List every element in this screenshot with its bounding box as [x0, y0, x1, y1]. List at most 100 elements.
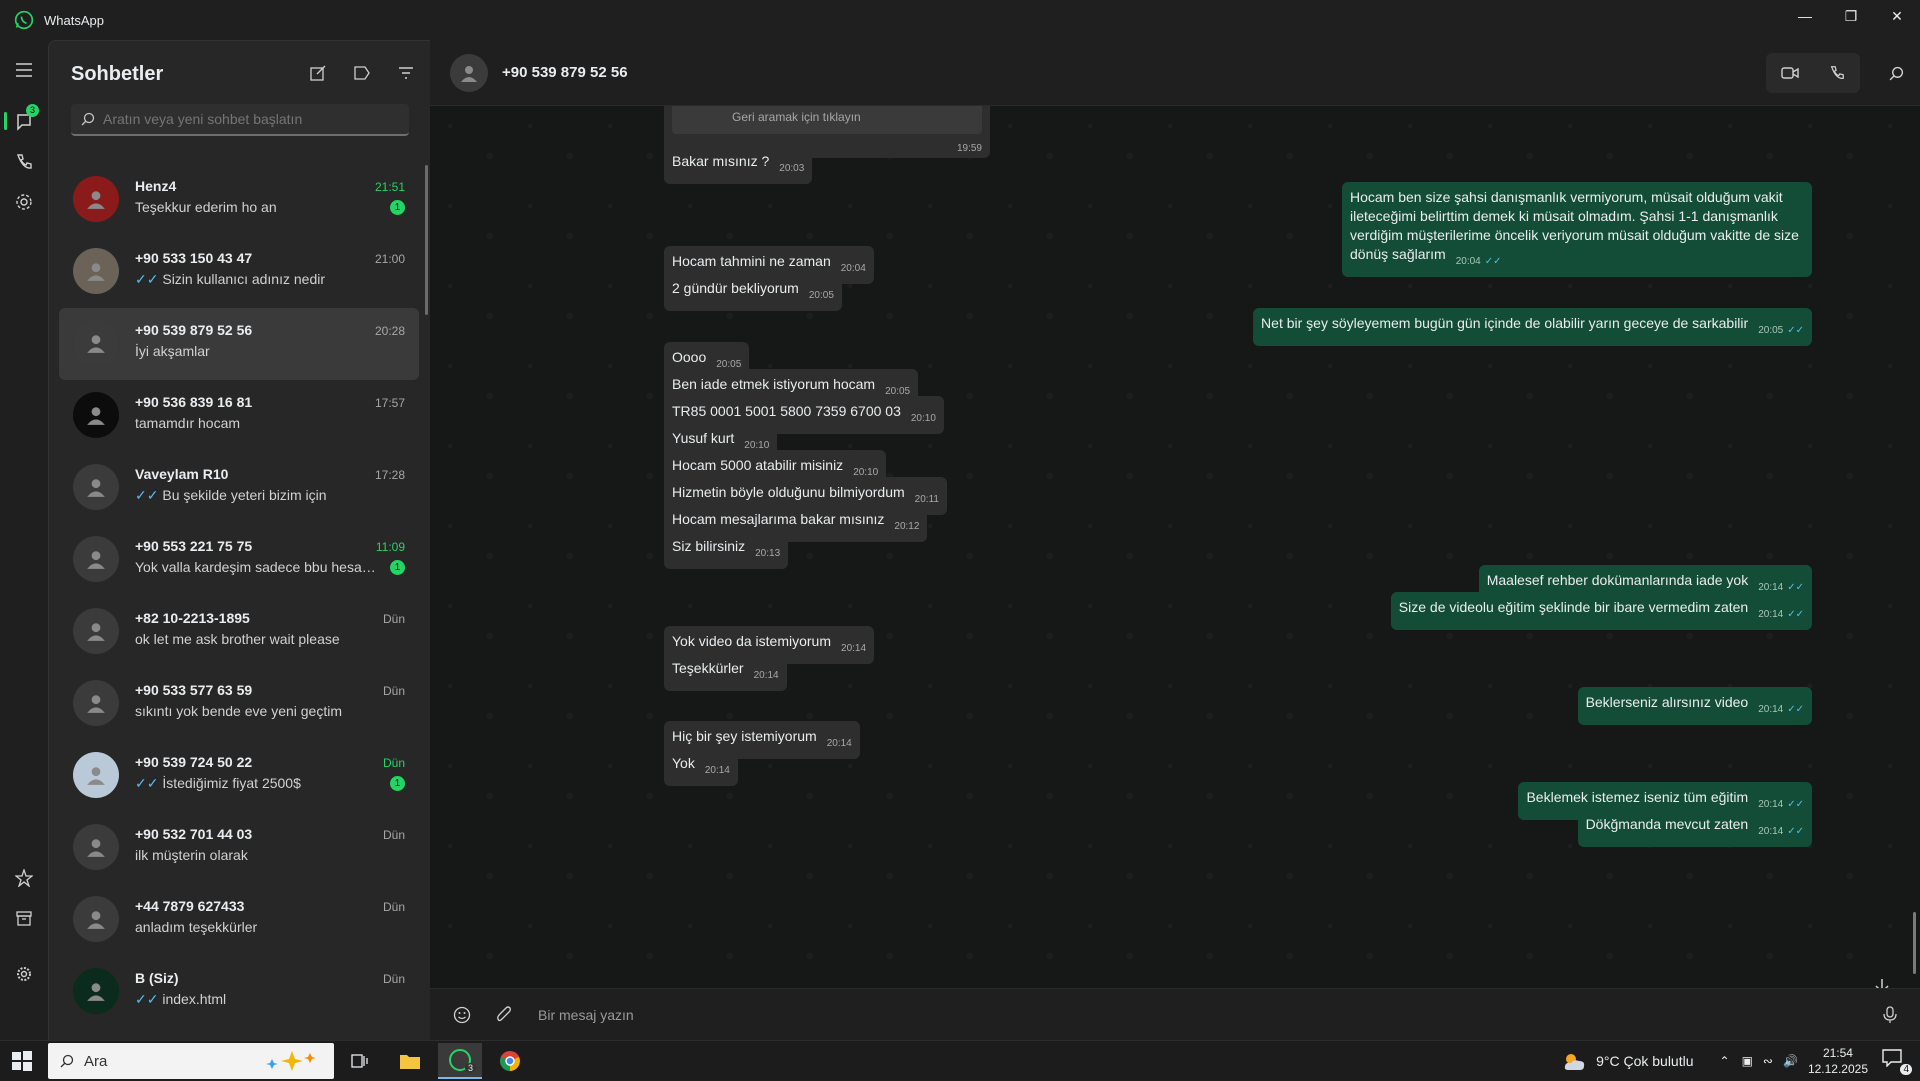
- avatar: [73, 176, 119, 222]
- chat-list-item[interactable]: +82 10-2213-1895 Dün ok let me ask brother…: [59, 596, 419, 668]
- chat-list-item[interactable]: +90 551 159 37 81Dün: [59, 1028, 419, 1040]
- volume-icon[interactable]: 🔊: [1783, 1054, 1798, 1068]
- chat-last-message: ✓✓ index.html: [135, 991, 379, 1008]
- file-explorer-icon[interactable]: [388, 1043, 432, 1079]
- sparkle-icon: [266, 1051, 316, 1071]
- microphone-icon[interactable]: [1878, 1003, 1902, 1027]
- outgoing-message[interactable]: Beklerseniz alırsınız video 20:14 ✓✓: [1577, 687, 1812, 725]
- message-time: 20:03: [779, 163, 804, 174]
- chat-list: Henz4 21:51 Teşekkur ederim ho an 1 +90 533 …: [59, 164, 419, 1040]
- search-input[interactable]: [103, 111, 403, 127]
- avatar: [73, 392, 119, 438]
- windows-start-icon[interactable]: [10, 1049, 34, 1073]
- composer: [430, 988, 1920, 1040]
- message-text: Net bir şey söyleyemem bugün gün içinde …: [1261, 315, 1749, 331]
- callback-card[interactable]: Geri aramak için tıklayın: [672, 106, 982, 134]
- chat-list-item[interactable]: +90 553 221 75 75 11:09 Yok valla kardeşim…: [59, 524, 419, 596]
- incoming-message[interactable]: Yok 20:14: [664, 748, 738, 786]
- notification-count: 4: [1900, 1064, 1912, 1075]
- message-input[interactable]: [538, 1003, 1838, 1027]
- video-call-icon[interactable]: [1766, 53, 1813, 93]
- outgoing-message[interactable]: Size de videolu eğitim şeklinde bir ibar…: [1390, 592, 1812, 630]
- avatar: [73, 968, 119, 1014]
- scrollbar[interactable]: [425, 165, 428, 315]
- incoming-message[interactable]: Siz bilirsiniz 20:13: [664, 531, 789, 569]
- incoming-message[interactable]: 2 gündür bekliyorum 20:05: [664, 273, 842, 311]
- incoming-message[interactable]: Bakar mısınız ? 20:03: [664, 146, 813, 184]
- taskbar-search[interactable]: Ara: [48, 1043, 334, 1079]
- message-text: TR85 0001 5001 5800 7359 6700 03: [672, 403, 901, 419]
- filter-icon[interactable]: [394, 61, 418, 85]
- contact-avatar[interactable]: [450, 54, 488, 92]
- message-time-text: 20:14: [841, 643, 867, 654]
- notification-icon[interactable]: 4: [1882, 1049, 1912, 1075]
- read-tick-icon: ✓✓: [1484, 256, 1502, 267]
- search-box[interactable]: [71, 104, 409, 136]
- message-text: 2 gündür bekliyorum: [672, 280, 799, 296]
- task-view-icon[interactable]: [338, 1043, 382, 1079]
- chat-last-message: ilk müşterin olarak: [135, 847, 379, 863]
- chat-list-item[interactable]: +90 532 701 44 03 Dün ilk müşterin olarak: [59, 812, 419, 884]
- chat-name: +90 533 150 43 47: [135, 250, 253, 266]
- avatar: [73, 608, 119, 654]
- message-text: Hiç bir şey istemiyorum: [672, 728, 817, 744]
- archive-icon[interactable]: [12, 906, 36, 930]
- chat-last-message-text: index.html: [162, 991, 227, 1007]
- status-icon[interactable]: [12, 190, 36, 214]
- settings-icon[interactable]: [12, 962, 36, 986]
- incoming-message[interactable]: Teşekkürler 20:14: [664, 653, 787, 691]
- calls-icon[interactable]: [12, 150, 36, 174]
- chat-list-item[interactable]: +90 539 879 52 56 20:28 İyi akşamlar: [59, 308, 419, 380]
- chat-last-message-text: İstediğimiz fiyat 2500$: [162, 775, 301, 791]
- message-text: Teşekkürler: [672, 660, 744, 676]
- scrollbar[interactable]: [1913, 912, 1916, 974]
- chat-last-message-text: tamamdır hocam: [135, 415, 241, 431]
- chat-list-item[interactable]: +90 533 150 43 47 21:00 ✓✓ Sizin kullanıcı…: [59, 236, 419, 308]
- chat-last-message: anladım teşekkürler: [135, 919, 379, 935]
- outgoing-message[interactable]: Dökğmanda mevcut zaten 20:14 ✓✓: [1577, 809, 1812, 847]
- restore-button[interactable]: ❐: [1828, 0, 1874, 32]
- message-time: 20:14 ✓✓: [1758, 704, 1804, 715]
- message-time-text: 20:14: [753, 670, 779, 681]
- clock[interactable]: 21:54 12.12.2025: [1808, 1045, 1868, 1077]
- weather-text[interactable]: 9°C Çok bulutlu: [1596, 1053, 1693, 1069]
- chat-time: Dün: [382, 972, 405, 986]
- new-chat-icon[interactable]: [306, 61, 330, 85]
- chat-list-item[interactable]: B (Siz) Dün ✓✓ index.html: [59, 956, 419, 1028]
- window-title: WhatsApp: [44, 12, 104, 28]
- attach-icon[interactable]: [492, 1003, 516, 1027]
- contact-name[interactable]: +90 539 879 52 56: [502, 64, 628, 81]
- chat-list-item[interactable]: +90 539 724 50 22 Dün ✓✓ İstediğimiz fiyat…: [59, 740, 419, 812]
- whatsapp-taskbar-icon[interactable]: 3: [438, 1043, 482, 1079]
- voice-call-icon[interactable]: [1813, 53, 1860, 93]
- chrome-icon[interactable]: [488, 1043, 532, 1079]
- menu-icon[interactable]: [12, 58, 36, 82]
- chat-list-item[interactable]: Vaveylam R10 17:28 ✓✓ Bu şekilde yeteri bi…: [59, 452, 419, 524]
- message-time-text: 20:05: [1758, 325, 1784, 336]
- weather-icon[interactable]: [1562, 1050, 1588, 1072]
- scroll-down-icon[interactable]: [1870, 974, 1894, 988]
- chats-badge: 3: [26, 104, 40, 117]
- label-icon[interactable]: [350, 61, 374, 85]
- callback-text: Geri aramak için tıklayın: [732, 110, 861, 124]
- wifi-icon[interactable]: ∾: [1763, 1054, 1773, 1068]
- chat-list-item[interactable]: Henz4 21:51 Teşekkur ederim ho an 1: [59, 164, 419, 236]
- chat-list-item[interactable]: +44 7879 627433 Dün anladım teşekkürler: [59, 884, 419, 956]
- avatar: [73, 752, 119, 798]
- outgoing-message[interactable]: Net bir şey söyleyemem bugün gün içinde …: [1253, 308, 1812, 346]
- chat-name: +90 533 577 63 59: [135, 682, 253, 698]
- close-button[interactable]: ✕: [1874, 0, 1920, 32]
- starred-icon[interactable]: [12, 866, 36, 890]
- title-bar: WhatsApp — ❐ ✕: [0, 0, 1920, 40]
- tray-chevron-icon[interactable]: ⌃: [1720, 1054, 1730, 1068]
- message-time-text: 20:14: [826, 738, 852, 749]
- clock-date: 12.12.2025: [1807, 1062, 1868, 1076]
- chat-list-item[interactable]: +90 533 577 63 59 Dün sıkıntı yok bende ev…: [59, 668, 419, 740]
- chat-name: +90 539 879 52 56: [135, 322, 253, 338]
- outgoing-message[interactable]: Hocam ben size şahsi danışmanlık vermiyo…: [1342, 182, 1812, 277]
- emoji-icon[interactable]: [450, 1003, 474, 1027]
- chat-list-item[interactable]: +90 536 839 16 81 17:57 tamamdır hocam: [59, 380, 419, 452]
- search-icon[interactable]: [1884, 61, 1908, 85]
- tray-device-icon[interactable]: ▣: [1742, 1054, 1753, 1068]
- minimize-button[interactable]: —: [1782, 0, 1828, 32]
